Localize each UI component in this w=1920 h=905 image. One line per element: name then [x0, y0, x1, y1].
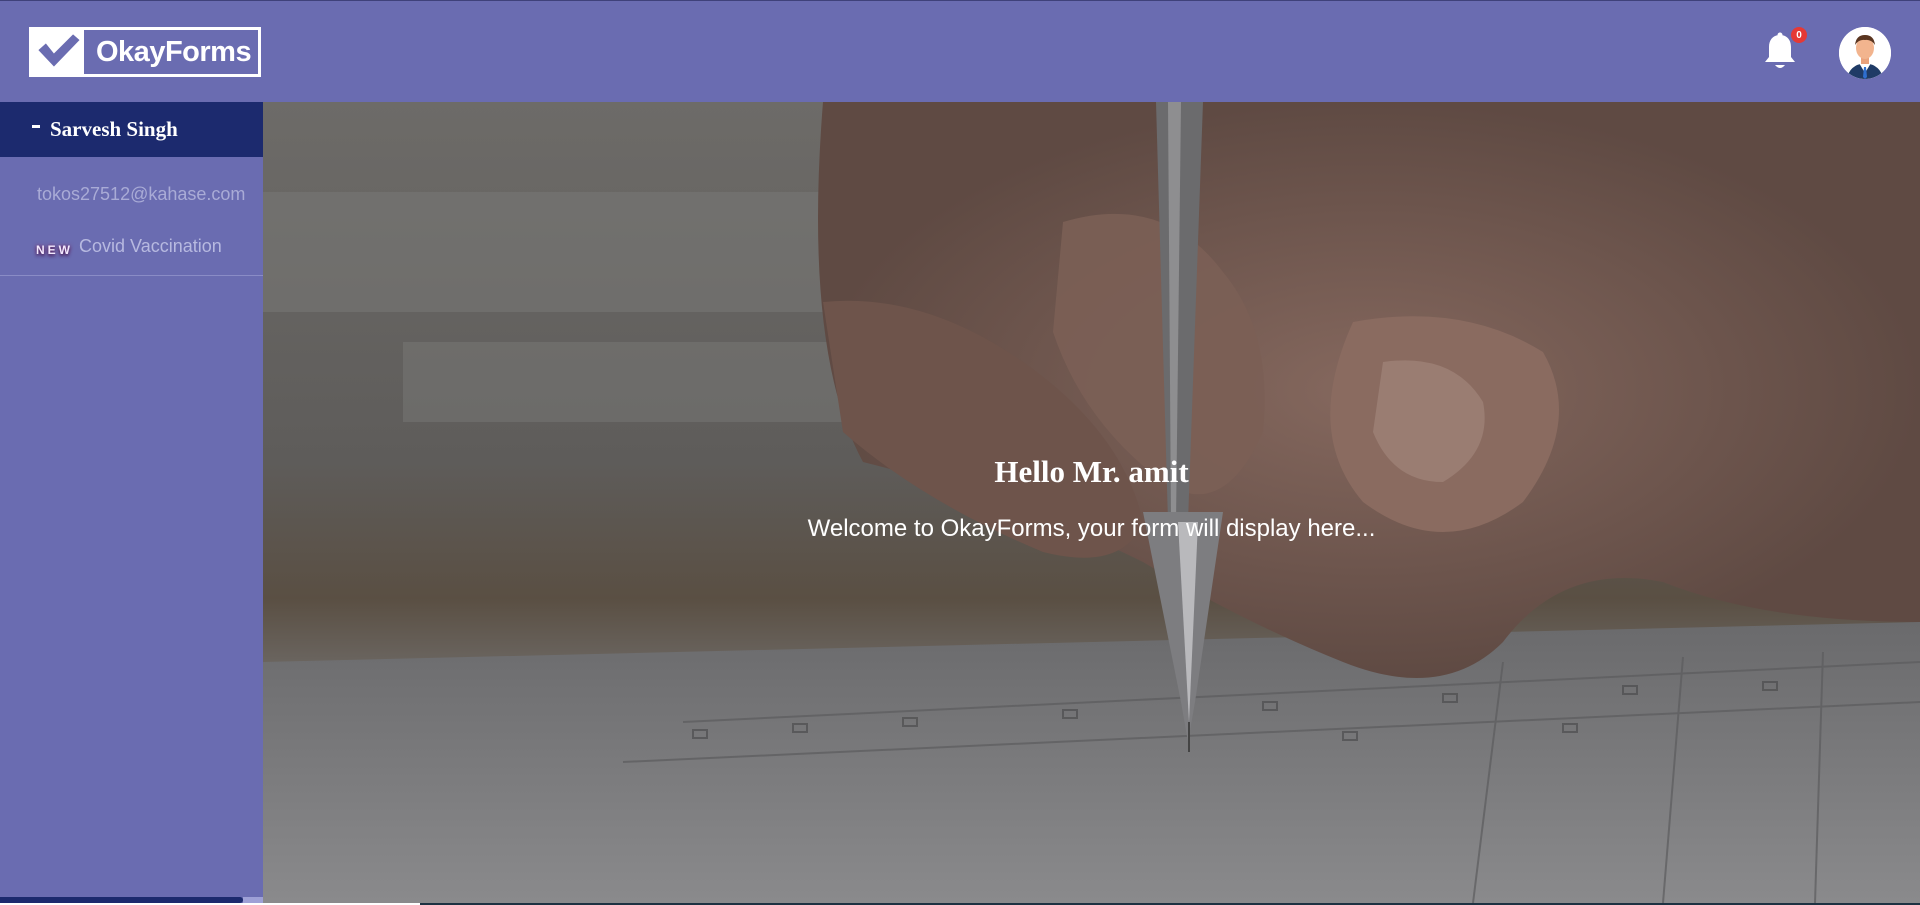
sidebar: Sarvesh Singh tokos27512@kahase.com NEW …	[0, 102, 263, 905]
greeting-heading: Hello Mr. amit	[994, 454, 1189, 489]
top-navbar: OkayForms 0	[0, 0, 1920, 102]
new-badge: NEW	[36, 242, 73, 257]
collapse-dash-icon[interactable]	[32, 125, 40, 128]
user-name: Sarvesh Singh	[50, 117, 178, 141]
checkmark-logo-icon	[32, 30, 84, 74]
welcome-message: Welcome to OkayForms, your form will dis…	[807, 515, 1376, 542]
sidebar-item-label: Covid Vaccination	[79, 236, 222, 256]
user-email: tokos27512@kahase.com	[37, 184, 246, 204]
sidebar-item-covid-vaccination[interactable]: NEW Covid Vaccination	[36, 236, 222, 257]
logo-text: OkayForms	[96, 35, 252, 68]
okayforms-logo[interactable]: OkayForms	[29, 27, 261, 77]
sidebar-divider	[0, 275, 263, 276]
notification-count-badge: 0	[1791, 27, 1807, 43]
main-content: Hello Mr. amit Welcome to OkayForms, you…	[263, 102, 1920, 903]
sidebar-user-header[interactable]: Sarvesh Singh	[0, 102, 263, 157]
user-avatar-icon[interactable]	[1839, 27, 1891, 79]
hero-background-image	[263, 102, 1920, 903]
